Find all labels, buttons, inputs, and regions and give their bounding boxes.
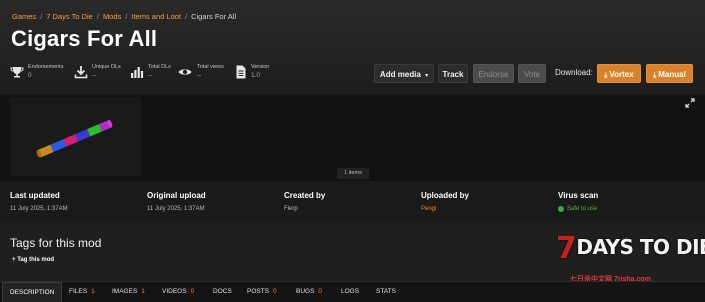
mod-header: Games/7 Days To Die / Mods / Items and Loot /… — [0, 0, 705, 94]
stat-value: -- — [197, 72, 202, 79]
meta-virus-scan: Virus scan Safe to use — [558, 191, 598, 212]
mod-tabs: DESCRIPTION FILES 1 IMAGES 1 VIDEOS 0 DOCS … — [0, 281, 705, 302]
media-items-count: 1 items — [337, 168, 369, 179]
endorse-button[interactable]: Endorse — [473, 64, 514, 83]
download-icon: ⤓ — [604, 72, 608, 79]
logo-seven: 7 — [556, 231, 577, 266]
meta-title: Created by — [284, 191, 326, 200]
check-circle-icon — [558, 206, 564, 212]
tab-count: 1 — [141, 288, 145, 295]
tab-label: LOGS — [341, 288, 360, 295]
tab-posts[interactable]: POSTS 0 — [247, 282, 277, 302]
vote-button[interactable]: Vote — [518, 64, 546, 83]
tab-label: VIDEOS — [162, 288, 187, 295]
stat-value: -- — [92, 72, 97, 79]
logo-main-text: DAYS TO DIE — [576, 235, 705, 259]
breadcrumb-separator: / — [40, 12, 43, 21]
tab-count: 0 — [273, 288, 277, 295]
meta-value: 11 July 2025, 1:37AM — [10, 206, 68, 212]
breadcrumb-separator: / — [125, 12, 128, 21]
stat-value: 1.0 — [251, 72, 261, 79]
vortex-download-button[interactable]: ⤓ Vortex — [597, 64, 641, 83]
tab-files[interactable]: FILES 1 — [69, 282, 95, 302]
tab-label: FILES — [69, 288, 88, 295]
fullscreen-icon[interactable] — [685, 98, 695, 108]
stat-label: Unique DLs — [92, 64, 121, 70]
download-icon — [74, 66, 88, 79]
tab-count: 1 — [91, 288, 95, 295]
tab-logs[interactable]: LOGS — [341, 282, 359, 302]
cigar-image — [36, 119, 113, 158]
tag-this-mod-label: Tag this mod — [17, 257, 55, 263]
tab-count: 0 — [190, 288, 195, 295]
tab-label: DOCS — [213, 288, 232, 295]
tab-label: DESCRIPTION — [10, 289, 55, 296]
vortex-label: Vortex — [609, 70, 634, 79]
tab-count: 0 — [318, 288, 323, 295]
stat-label: Endorsements — [28, 64, 64, 70]
add-media-label: Add media — [379, 70, 421, 79]
tab-label: STATS — [376, 288, 396, 295]
tag-this-mod-button[interactable]: + Tag this mod — [12, 257, 54, 263]
breadcrumb-game[interactable]: 7 Days To Die — [46, 12, 93, 21]
stat-label: Version — [251, 64, 270, 70]
mod-image-thumbnail[interactable] — [10, 97, 141, 176]
stat-value: 0 — [28, 72, 32, 79]
tab-images[interactable]: IMAGES 1 — [112, 282, 145, 302]
tab-bugs[interactable]: BUGS 0 — [296, 282, 322, 302]
manual-download-button[interactable]: ⤓ Manual — [646, 64, 693, 83]
meta-value: 11 July 2025, 1:37AM — [147, 206, 205, 212]
meta-title: Uploaded by — [421, 191, 470, 200]
bar-chart-icon — [131, 67, 144, 78]
trophy-icon — [10, 67, 24, 78]
media-gallery: 1 items — [0, 95, 705, 181]
download-label: Download: — [555, 68, 593, 77]
tab-docs[interactable]: DOCS — [213, 282, 232, 302]
breadcrumb: Games/7 Days To Die / Mods / Items and Loot /… — [12, 12, 236, 21]
virus-scan-label: Safe to use — [567, 206, 598, 212]
meta-last-updated: Last updated 11 July 2025, 1:37AM — [10, 191, 68, 212]
stat-label: Total DLs — [148, 64, 171, 70]
tab-label: POSTS — [247, 288, 270, 295]
manual-label: Manual — [658, 70, 686, 79]
meta-uploaded-by: Uploaded by Pengi — [421, 191, 469, 212]
meta-title: Virus scan — [558, 191, 599, 200]
document-icon — [236, 65, 246, 79]
breadcrumb-mods[interactable]: Mods — [103, 12, 121, 21]
chevron-down-icon: ▾ — [425, 73, 429, 79]
breadcrumb-category[interactable]: Items and Loot — [131, 12, 181, 21]
stat-value: -- — [148, 72, 153, 79]
meta-title: Original upload — [147, 191, 206, 200]
tags-heading: Tags for this mod — [10, 236, 102, 250]
add-media-button[interactable]: Add media ▾ — [374, 64, 434, 83]
breadcrumb-current: Cigars For All — [191, 12, 237, 21]
track-button[interactable]: Track — [438, 64, 468, 83]
download-icon: ⤓ — [653, 72, 657, 79]
meta-value: Flerp — [284, 206, 298, 212]
mod-page: Games/7 Days To Die / Mods / Items and Loot /… — [0, 0, 705, 302]
plus-icon: + — [12, 257, 16, 263]
mod-metadata: Last updated 11 July 2025, 1:37AM Origin… — [0, 181, 705, 223]
stat-label: Total views — [197, 64, 224, 70]
tab-videos[interactable]: VIDEOS 0 — [162, 282, 194, 302]
breadcrumb-separator: / — [96, 12, 99, 21]
page-title: Cigars For All — [11, 26, 158, 51]
uploader-link[interactable]: Pengi — [421, 206, 469, 212]
meta-title: Last updated — [10, 191, 60, 200]
meta-original-upload: Original upload 11 July 2025, 1:37AM — [147, 191, 206, 212]
tab-label: BUGS — [296, 288, 315, 295]
virus-scan-status[interactable]: Safe to use — [558, 206, 598, 212]
tab-label: IMAGES — [112, 288, 138, 295]
tab-description[interactable]: DESCRIPTION — [2, 282, 63, 302]
breadcrumb-games[interactable]: Games — [12, 12, 36, 21]
eye-icon — [178, 69, 192, 75]
meta-created-by: Created by Flerp — [284, 191, 325, 212]
logo-wordmark: 7DAYS TO DIE — [556, 227, 705, 266]
tab-stats[interactable]: STATS — [376, 282, 396, 302]
breadcrumb-separator: / — [185, 12, 188, 21]
seven-days-to-die-logo: 7DAYS TO DIE 七日杀中文网 7risha.com — [556, 227, 705, 287]
